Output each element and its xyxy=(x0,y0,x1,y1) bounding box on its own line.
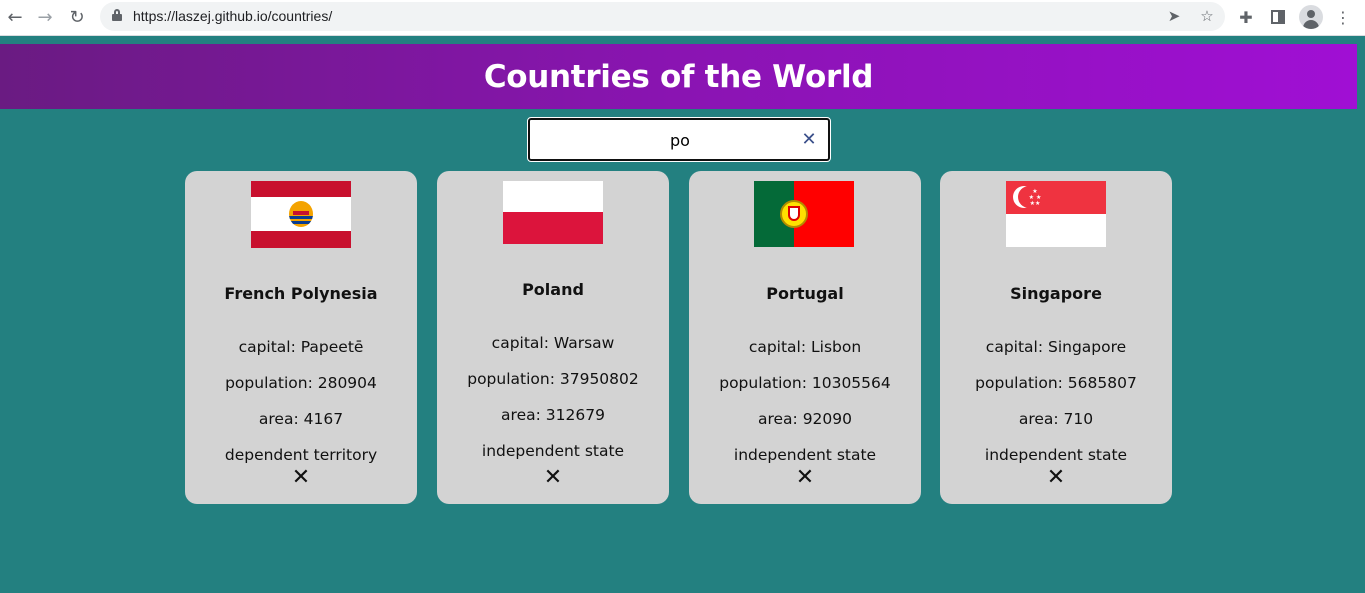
country-name: Portugal xyxy=(766,284,844,303)
menu-kebab-icon[interactable]: ⋮ xyxy=(1332,6,1354,28)
back-icon[interactable]: ← xyxy=(3,5,27,29)
country-capital: capital: Lisbon xyxy=(748,338,862,356)
remove-card-icon[interactable]: ✕ xyxy=(1044,467,1068,489)
country-card: ★ ★ ★ ★★ Singapore capital: Singapore popu… xyxy=(940,171,1172,504)
extensions-icon[interactable]: ✚ xyxy=(1235,6,1257,28)
country-status: independent state xyxy=(733,446,877,464)
country-population: population: 280904 xyxy=(225,374,377,392)
country-status: independent state xyxy=(481,442,625,460)
country-name: Poland xyxy=(522,280,584,299)
search-input[interactable] xyxy=(540,128,790,152)
address-bar[interactable]: https://laszej.github.io/countries/ ➤ ☆ xyxy=(100,2,1225,31)
country-capital: capital: Singapore xyxy=(985,338,1127,356)
country-population: population: 5685807 xyxy=(975,374,1137,392)
country-card: French Polynesia capital: Papeetē popula… xyxy=(185,171,417,504)
country-area: area: 4167 xyxy=(258,410,344,428)
bookmark-star-icon[interactable]: ☆ xyxy=(1197,6,1217,26)
country-card: Portugal capital: Lisbon population: 103… xyxy=(689,171,921,504)
country-name: French Polynesia xyxy=(224,284,378,303)
close-icon[interactable]: ✕ xyxy=(800,130,818,150)
site-header: Countries of the World xyxy=(0,44,1357,109)
send-icon[interactable]: ➤ xyxy=(1164,6,1184,26)
browser-toolbar: ← → ↻ https://laszej.github.io/countries… xyxy=(0,0,1365,36)
country-status: dependent territory xyxy=(224,446,378,464)
country-capital: capital: Warsaw xyxy=(491,334,615,352)
country-name: Singapore xyxy=(1010,284,1102,303)
country-status: independent state xyxy=(984,446,1128,464)
search-box: ✕ xyxy=(527,117,831,162)
lock-icon xyxy=(112,9,122,21)
remove-card-icon[interactable]: ✕ xyxy=(541,467,565,489)
url-text: https://laszej.github.io/countries/ xyxy=(133,8,333,24)
profile-avatar-icon[interactable] xyxy=(1299,5,1323,29)
country-population: population: 10305564 xyxy=(719,374,891,392)
forward-icon[interactable]: → xyxy=(33,5,57,29)
country-area: area: 710 xyxy=(1018,410,1094,428)
country-capital: capital: Papeetē xyxy=(238,338,364,356)
flag-singapore-icon: ★ ★ ★ ★★ xyxy=(1006,181,1106,247)
flag-poland-icon xyxy=(503,181,603,244)
country-card: Poland capital: Warsaw population: 37950… xyxy=(437,171,669,504)
remove-card-icon[interactable]: ✕ xyxy=(289,467,313,489)
side-panel-icon[interactable] xyxy=(1267,6,1289,28)
country-area: area: 312679 xyxy=(501,406,605,424)
page-title: Countries of the World xyxy=(483,58,874,95)
reload-icon[interactable]: ↻ xyxy=(65,5,89,29)
flag-portugal-icon xyxy=(754,181,854,247)
country-area: area: 92090 xyxy=(757,410,853,428)
remove-card-icon[interactable]: ✕ xyxy=(793,467,817,489)
country-population: population: 37950802 xyxy=(467,370,639,388)
flag-french-polynesia-icon xyxy=(251,181,351,248)
